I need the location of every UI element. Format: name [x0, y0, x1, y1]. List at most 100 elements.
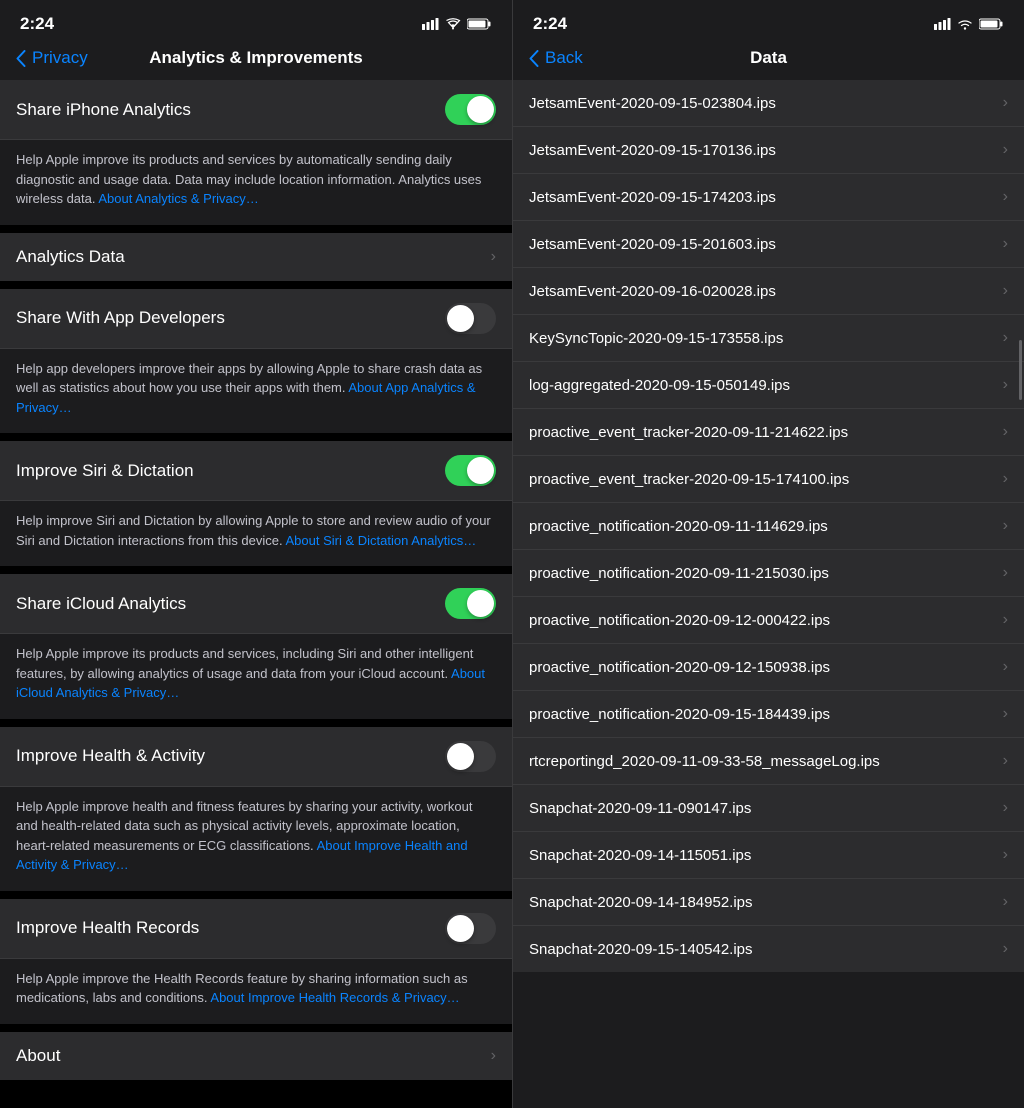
list-item[interactable]: JetsamEvent-2020-09-15-201603.ips› — [513, 221, 1024, 268]
toggle-knob-health-activity — [447, 743, 474, 770]
list-item-chevron: › — [1003, 658, 1008, 676]
label-share-iphone: Share iPhone Analytics — [16, 100, 191, 120]
list-item-label: Snapchat-2020-09-14-184952.ips — [529, 894, 995, 911]
list-item-label: proactive_event_tracker-2020-09-15-17410… — [529, 471, 995, 488]
battery-icon-right — [979, 18, 1004, 30]
status-bar-left: 2:24 — [0, 0, 512, 40]
toggle-knob-app-dev — [447, 305, 474, 332]
list-item[interactable]: proactive_notification-2020-09-15-184439… — [513, 691, 1024, 738]
list-item-chevron: › — [1003, 705, 1008, 723]
toggle-share-iphone[interactable] — [445, 94, 496, 125]
toggle-knob-health-records — [447, 915, 474, 942]
desc-siri-dictation: Help improve Siri and Dictation by allow… — [0, 501, 512, 574]
toggle-knob-icloud — [467, 590, 494, 617]
toggle-share-app-dev[interactable] — [445, 303, 496, 334]
wifi-icon-right — [957, 18, 973, 30]
nav-bar-left: Privacy Analytics & Improvements — [0, 40, 512, 80]
list-item[interactable]: proactive_notification-2020-09-11-215030… — [513, 550, 1024, 597]
chevron-about: › — [491, 1047, 496, 1065]
list-item[interactable]: Snapchat-2020-09-14-184952.ips › — [513, 879, 1024, 926]
list-item-label: proactive_notification-2020-09-11-215030… — [529, 565, 995, 582]
status-bar-right: 2:24 — [513, 0, 1024, 40]
about-row[interactable]: About › — [0, 1024, 512, 1080]
link-app-analytics-privacy[interactable]: About App Analytics & Privacy… — [16, 380, 476, 415]
list-item-chevron: › — [1003, 752, 1008, 770]
list-item-chevron: › — [1003, 893, 1008, 911]
list-item[interactable]: rtcreportingd_2020-09-11-09-33-58_messag… — [513, 738, 1024, 785]
list-item-label: KeySyncTopic-2020-09-15-173558.ips — [529, 330, 995, 347]
toggle-health-records[interactable] — [445, 913, 496, 944]
list-item[interactable]: JetsamEvent-2020-09-16-020028.ips› — [513, 268, 1024, 315]
list-item[interactable]: Snapchat-2020-09-15-140542.ips› — [513, 926, 1024, 972]
back-button-right[interactable]: Back — [529, 48, 583, 68]
toggle-knob-siri — [467, 457, 494, 484]
signal-icon-left — [422, 18, 439, 30]
desc-text-health-records: Help Apple improve the Health Records fe… — [16, 971, 468, 1006]
list-item[interactable]: proactive_notification-2020-09-12-150938… — [513, 644, 1024, 691]
toggle-siri-dictation[interactable] — [445, 455, 496, 486]
list-item[interactable]: log-aggregated-2020-09-15-050149.ips › — [513, 362, 1024, 409]
data-list-container: JetsamEvent-2020-09-15-023804.ips›Jetsam… — [513, 80, 1024, 1108]
row-share-iphone-analytics[interactable]: Share iPhone Analytics — [0, 80, 512, 140]
list-item-chevron: › — [1003, 423, 1008, 441]
list-item-chevron: › — [1003, 940, 1008, 958]
list-item[interactable]: proactive_notification-2020-09-12-000422… — [513, 597, 1024, 644]
row-siri-dictation[interactable]: Improve Siri & Dictation — [0, 441, 512, 501]
left-panel: 2:24 — [0, 0, 512, 1108]
list-item[interactable]: proactive_notification-2020-09-11-114629… — [513, 503, 1024, 550]
list-item-chevron: › — [1003, 329, 1008, 347]
back-button-left[interactable]: Privacy — [16, 48, 88, 68]
link-siri-analytics[interactable]: About Siri & Dictation Analytics… — [286, 533, 477, 548]
section-analytics-data: Analytics Data › — [0, 233, 512, 289]
link-health-records[interactable]: About Improve Health Records & Privacy… — [210, 990, 459, 1005]
list-item[interactable]: KeySyncTopic-2020-09-15-173558.ips › — [513, 315, 1024, 362]
list-item[interactable]: JetsamEvent-2020-09-15-023804.ips› — [513, 80, 1024, 127]
about-label: About — [16, 1046, 60, 1066]
list-item-label: rtcreportingd_2020-09-11-09-33-58_messag… — [529, 753, 995, 770]
row-health-records[interactable]: Improve Health Records — [0, 899, 512, 959]
desc-text-siri: Help improve Siri and Dictation by allow… — [16, 513, 491, 548]
list-item[interactable]: proactive_event_tracker-2020-09-15-17410… — [513, 456, 1024, 503]
label-share-app-dev: Share With App Developers — [16, 308, 225, 328]
list-item-label: log-aggregated-2020-09-15-050149.ips — [529, 377, 995, 394]
list-item[interactable]: Snapchat-2020-09-11-090147.ips› — [513, 785, 1024, 832]
toggle-icloud[interactable] — [445, 588, 496, 619]
list-item-label: JetsamEvent-2020-09-16-020028.ips — [529, 283, 995, 300]
list-item-chevron: › — [1003, 141, 1008, 159]
desc-share-iphone: Help Apple improve its products and serv… — [0, 140, 512, 233]
link-icloud-analytics[interactable]: About iCloud Analytics & Privacy… — [16, 666, 485, 701]
list-item[interactable]: JetsamEvent-2020-09-15-174203.ips› — [513, 174, 1024, 221]
list-item[interactable]: Snapchat-2020-09-14-115051.ips › — [513, 832, 1024, 879]
row-icloud-analytics[interactable]: Share iCloud Analytics — [0, 574, 512, 634]
list-item-label: JetsamEvent-2020-09-15-170136.ips — [529, 142, 995, 159]
right-panel: 2:24 Back — [512, 0, 1024, 1108]
label-siri-dictation: Improve Siri & Dictation — [16, 461, 194, 481]
list-item-chevron: › — [1003, 846, 1008, 864]
toggle-health-activity[interactable] — [445, 741, 496, 772]
list-item-chevron: › — [1003, 376, 1008, 394]
scrollbar-thumb — [1019, 340, 1022, 400]
list-item-label: JetsamEvent-2020-09-15-201603.ips — [529, 236, 995, 253]
list-item[interactable]: JetsamEvent-2020-09-15-170136.ips › — [513, 127, 1024, 174]
list-item[interactable]: proactive_event_tracker-2020-09-11-21462… — [513, 409, 1024, 456]
list-item-chevron: › — [1003, 517, 1008, 535]
label-health-records: Improve Health Records — [16, 918, 199, 938]
desc-text-icloud: Help Apple improve its products and serv… — [16, 646, 485, 700]
list-item-label: proactive_notification-2020-09-15-184439… — [529, 706, 995, 723]
signal-icon-right — [934, 18, 951, 30]
scrollbar — [1019, 160, 1022, 1108]
label-analytics-data: Analytics Data — [16, 247, 125, 267]
desc-text-health-activity: Help Apple improve health and fitness fe… — [16, 799, 472, 873]
link-analytics-privacy[interactable]: About Analytics & Privacy… — [98, 191, 258, 206]
back-label-left: Privacy — [32, 48, 88, 68]
list-item-label: proactive_notification-2020-09-11-114629… — [529, 518, 995, 535]
back-label-right: Back — [545, 48, 583, 68]
link-health-activity[interactable]: About Improve Health and Activity & Priv… — [16, 838, 468, 873]
wifi-icon-left — [445, 18, 461, 30]
row-share-app-dev[interactable]: Share With App Developers — [0, 289, 512, 349]
row-analytics-data[interactable]: Analytics Data › — [0, 233, 512, 289]
data-list: JetsamEvent-2020-09-15-023804.ips›Jetsam… — [513, 80, 1024, 1108]
list-item-label: Snapchat-2020-09-14-115051.ips — [529, 847, 995, 864]
row-health-activity[interactable]: Improve Health & Activity — [0, 727, 512, 787]
list-item-label: proactive_event_tracker-2020-09-11-21462… — [529, 424, 995, 441]
